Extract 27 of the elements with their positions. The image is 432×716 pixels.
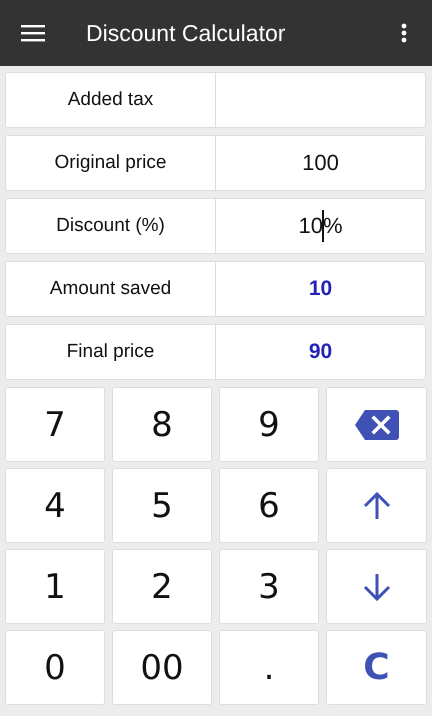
result-value: 10	[308, 276, 334, 302]
digit-key[interactable]: 7	[5, 387, 105, 462]
digit-key[interactable]: 3	[219, 549, 319, 624]
backspace-key[interactable]	[326, 387, 427, 462]
arrow-down-icon	[362, 572, 392, 602]
backspace-icon	[354, 410, 398, 440]
field-label: Amount saved	[6, 262, 216, 316]
digit-key[interactable]: 8	[112, 387, 212, 462]
result-value: 90	[308, 339, 334, 365]
arrow-up-icon	[362, 490, 392, 520]
more-options-button[interactable]	[399, 21, 409, 45]
digit-key[interactable]: 6	[219, 468, 319, 543]
down-key[interactable]	[326, 549, 427, 624]
digit-key[interactable]: 2	[112, 549, 212, 624]
digit-key[interactable]: 9	[219, 387, 319, 462]
digit-key[interactable]: 0	[5, 630, 105, 705]
more-options-icon	[401, 23, 407, 43]
field-label: Final price	[6, 325, 216, 379]
digit-key[interactable]: .	[219, 630, 319, 705]
menu-icon	[21, 24, 45, 42]
digit-key[interactable]: 1	[5, 549, 105, 624]
digit-key[interactable]: 5	[112, 468, 212, 543]
up-key[interactable]	[326, 468, 427, 543]
clear-key[interactable]: C	[326, 630, 427, 705]
digit-key[interactable]: 00	[112, 630, 212, 705]
digit-key[interactable]: 4	[5, 468, 105, 543]
app-title: Discount Calculator	[86, 20, 286, 46]
